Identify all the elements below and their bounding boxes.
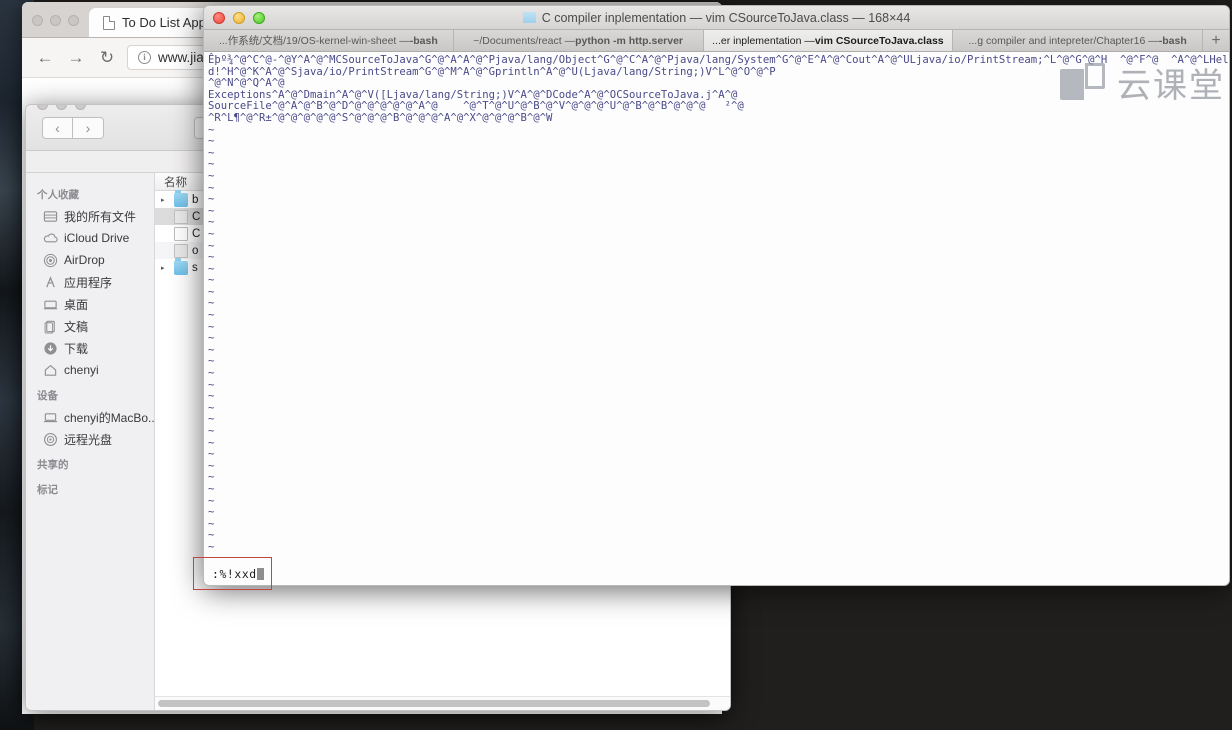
file-name: s bbox=[192, 261, 198, 274]
terminal-tab-process: vim CSourceToJava.class bbox=[814, 34, 944, 47]
sidebar-group-tags: 标记 bbox=[37, 484, 58, 496]
finder-sidebar[interactable]: 个人收藏 我的所有文件 iCloud Drive AirDrop 应用程序 桌面 bbox=[26, 173, 155, 710]
vim-command-line[interactable]: :%!xxd bbox=[212, 567, 264, 581]
sidebar-group-shared: 共享的 bbox=[37, 459, 69, 471]
finder-window-controls[interactable] bbox=[37, 105, 86, 110]
terminal-tab-react-http-server[interactable]: ~/Documents/react — python -m http.serve… bbox=[453, 30, 704, 51]
sidebar-item-label: 远程光盘 bbox=[64, 432, 113, 447]
all-files-icon bbox=[43, 209, 58, 224]
sidebar-item-remote-disc[interactable]: 远程光盘 bbox=[26, 428, 154, 450]
terminal-tab-label: ...作系统/文档/19/OS-kernel-win-sheet — bbox=[218, 35, 410, 47]
applications-icon bbox=[43, 275, 58, 290]
finder-horizontal-scrollbar[interactable] bbox=[155, 696, 730, 710]
page-icon bbox=[103, 15, 115, 30]
info-circle-icon[interactable]: i bbox=[138, 51, 151, 64]
laptop-icon bbox=[43, 410, 58, 425]
maximize-icon[interactable] bbox=[75, 105, 86, 110]
disclosure-triangle-icon[interactable]: ▸ bbox=[161, 264, 170, 272]
finder-forward-button[interactable]: › bbox=[73, 116, 104, 139]
sidebar-item-label: iCloud Drive bbox=[64, 231, 130, 245]
file-name: b bbox=[192, 193, 199, 206]
terminal-tab-label: ~/Documents/react — bbox=[473, 34, 576, 47]
documents-icon bbox=[43, 319, 58, 334]
sidebar-item-home-chenyi[interactable]: chenyi bbox=[26, 359, 154, 381]
terminal-title-text: C compiler inplementation — vim CSourceT… bbox=[541, 10, 911, 25]
minimize-icon[interactable] bbox=[56, 105, 67, 110]
sidebar-item-label: chenyi bbox=[64, 363, 99, 377]
browser-back-icon[interactable]: ← bbox=[34, 47, 56, 69]
close-icon[interactable] bbox=[32, 15, 43, 26]
file-name: o bbox=[192, 244, 199, 257]
airdrop-icon bbox=[43, 253, 58, 268]
sidebar-group-favorites: 个人收藏 bbox=[37, 189, 79, 201]
downloads-icon bbox=[43, 341, 58, 356]
sidebar-item-desktop[interactable]: 桌面 bbox=[26, 293, 154, 315]
folder-icon bbox=[174, 190, 188, 207]
terminal-tab-os-kernel[interactable]: ...作系统/文档/19/OS-kernel-win-sheet — -bash bbox=[204, 30, 454, 51]
sidebar-item-all-files[interactable]: 我的所有文件 bbox=[26, 205, 154, 227]
browser-tab-label: To Do List App bbox=[122, 15, 206, 30]
sidebar-group-devices: 设备 bbox=[37, 390, 58, 402]
desktop-icon bbox=[43, 297, 58, 312]
sidebar-item-airdrop[interactable]: AirDrop bbox=[26, 249, 154, 271]
terminal-tab-process: python -m http.server bbox=[575, 34, 684, 47]
terminal-tab-vim-csourcetojava[interactable]: ...er inplementation — vim CSourceToJava… bbox=[703, 30, 954, 51]
terminal-tab-process: -bash bbox=[409, 34, 438, 47]
folder-icon bbox=[174, 258, 188, 275]
file-name: C bbox=[192, 227, 201, 240]
sidebar-item-label: 桌面 bbox=[64, 297, 89, 312]
finder-back-button[interactable]: ‹ bbox=[42, 116, 73, 139]
scrollbar-thumb[interactable] bbox=[158, 700, 710, 707]
vim-command-text: :%!xxd bbox=[212, 567, 257, 581]
sidebar-item-macbook[interactable]: chenyi的MacBo... bbox=[26, 406, 154, 428]
sidebar-item-label: 下载 bbox=[64, 341, 89, 356]
terminal-screen[interactable]: Êþº¾^@^C^@-^@Y^A^@^MCSourceToJava^G^@^A^… bbox=[204, 52, 1229, 585]
sidebar-item-downloads[interactable]: 下载 bbox=[26, 337, 154, 359]
file-icon bbox=[174, 209, 188, 224]
text-cursor bbox=[257, 568, 264, 580]
sidebar-item-label: 我的所有文件 bbox=[64, 209, 137, 224]
disc-icon bbox=[43, 432, 58, 447]
terminal-doc-icon bbox=[522, 12, 536, 23]
terminal-tab-label: ...er inplementation — bbox=[712, 34, 815, 47]
sidebar-item-label: 应用程序 bbox=[64, 275, 113, 290]
terminal-tab-label: ...g compiler and intepreter/Chapter16 — bbox=[968, 34, 1159, 47]
terminal-tab-process: -bash bbox=[1158, 34, 1187, 47]
home-icon bbox=[43, 363, 58, 378]
disclosure-triangle-icon[interactable]: ▸ bbox=[161, 196, 170, 204]
cloud-icon bbox=[43, 231, 58, 246]
sidebar-item-applications[interactable]: 应用程序 bbox=[26, 271, 154, 293]
sidebar-item-documents[interactable]: 文稿 bbox=[26, 315, 154, 337]
file-icon bbox=[174, 243, 188, 258]
sidebar-item-label: AirDrop bbox=[64, 253, 105, 267]
terminal-window[interactable]: C compiler inplementation — vim CSourceT… bbox=[203, 5, 1230, 586]
sidebar-item-label: 文稿 bbox=[64, 319, 89, 334]
sidebar-item-icloud-drive[interactable]: iCloud Drive bbox=[26, 227, 154, 249]
terminal-tab-chapter16[interactable]: ...g compiler and intepreter/Chapter16 —… bbox=[953, 30, 1203, 51]
terminal-tab-bar[interactable]: ...作系统/文档/19/OS-kernel-win-sheet — -bash… bbox=[204, 30, 1229, 52]
new-tab-button[interactable]: + bbox=[1203, 30, 1229, 51]
minimize-icon[interactable] bbox=[50, 15, 61, 26]
vim-buffer[interactable]: Êþº¾^@^C^@-^@Y^A^@^MCSourceToJava^G^@^A^… bbox=[204, 52, 1229, 585]
terminal-title-bar: C compiler inplementation — vim CSourceT… bbox=[204, 6, 1229, 30]
terminal-title: C compiler inplementation — vim CSourceT… bbox=[204, 11, 1229, 25]
browser-reload-icon[interactable]: ↻ bbox=[96, 47, 118, 69]
sidebar-item-label: chenyi的MacBo... bbox=[64, 410, 154, 425]
close-icon[interactable] bbox=[37, 105, 48, 110]
file-name: C bbox=[192, 210, 201, 223]
document-icon bbox=[174, 226, 188, 241]
browser-forward-icon[interactable]: → bbox=[65, 47, 87, 69]
